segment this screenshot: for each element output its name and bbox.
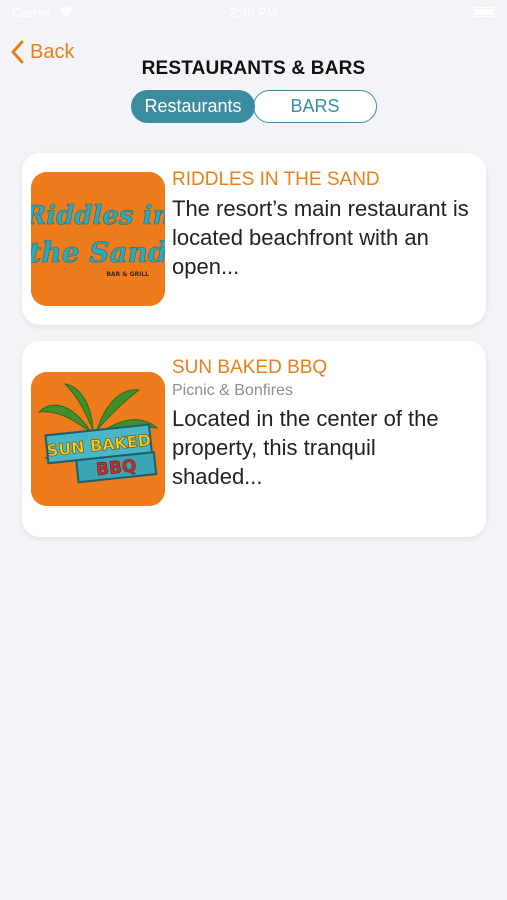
restaurant-card-riddles[interactable]: Riddles in the Sand BAR & GRILL RIDDLES … — [22, 153, 486, 325]
tab-bars[interactable]: BARS — [253, 90, 377, 123]
logo-tag: BAR & GRILL — [106, 271, 149, 278]
sun-baked-bbq-logo-image: SUN BAKED BBQ — [31, 372, 165, 506]
status-bar: 2:48 PM Carrier — [0, 0, 507, 24]
card-description: The resort’s main restaurant is located … — [172, 196, 469, 279]
card-text: SUN BAKED BBQ Picnic & Bonfires Located … — [172, 356, 472, 491]
card-title: RIDDLES IN THE SAND — [172, 169, 380, 190]
segmented-control: Restaurants BARS — [131, 90, 377, 123]
status-time: 2:48 PM — [229, 4, 278, 20]
logo-line2: BBQ — [95, 456, 137, 480]
card-text: RIDDLES IN THE SAND The resort’s main re… — [172, 168, 472, 281]
logo-line1: Riddles in — [31, 201, 165, 231]
card-title: SUN BAKED BBQ — [172, 357, 328, 378]
screen: 2:48 PM Carrier Back RESTAURANTS & BARS … — [0, 0, 507, 900]
battery-icon — [473, 7, 495, 17]
restaurant-card-sun-baked-bbq[interactable]: SUN BAKED BBQ SUN BAKED BBQ Picnic & Bon… — [22, 341, 486, 537]
card-subtitle: Picnic & Bonfires — [172, 382, 293, 399]
riddles-logo-image: Riddles in the Sand BAR & GRILL — [31, 172, 165, 306]
tab-restaurants[interactable]: Restaurants — [131, 90, 255, 123]
page-title: RESTAURANTS & BARS — [141, 58, 366, 79]
logo-line2: the Sand — [31, 236, 165, 269]
card-description: Located in the center of the property, t… — [172, 406, 439, 489]
